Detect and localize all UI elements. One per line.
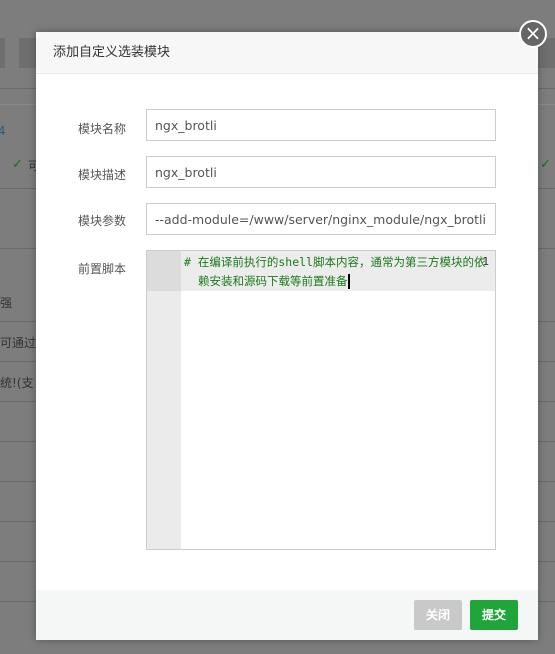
bg-text: 可通过 [0, 336, 37, 350]
bg-text: 统!(支 [0, 376, 34, 390]
editor-gutter [147, 251, 181, 549]
add-custom-module-dialog: 添加自定义选装模块 模块名称 模块描述 模块参数 前置脚本 1 # 在编译前执行… [36, 32, 538, 640]
pre-script-editor[interactable]: 1 # 在编译前执行的shell脚本内容，通常为第三方模块的依赖安装和源码下载等… [146, 250, 496, 550]
module-desc-input[interactable] [146, 156, 496, 188]
bg-text: 4 [0, 124, 6, 138]
check-icon: ✓ [12, 157, 23, 172]
submit-button[interactable]: 提交 [470, 600, 518, 630]
bg-button [0, 38, 5, 68]
bg-text: 强 [0, 296, 13, 310]
module-params-input[interactable] [146, 203, 496, 235]
module-name-label: 模块名称 [78, 122, 127, 136]
text-cursor [347, 274, 350, 289]
dialog-footer: 关闭 提交 [36, 590, 538, 640]
close-button[interactable]: 关闭 [414, 600, 462, 630]
module-desc-label: 模块描述 [78, 168, 127, 182]
pre-script-label: 前置脚本 [78, 262, 127, 276]
close-icon[interactable]: × [519, 20, 547, 48]
code-line: # 在编译前执行的shell脚本内容，通常为第三方模块的依赖安装和源码下载等前置… [184, 255, 486, 289]
module-params-label: 模块参数 [78, 214, 127, 228]
dialog-title: 添加自定义选装模块 [36, 32, 538, 74]
check-icon: ✓ [540, 157, 551, 172]
module-name-input[interactable] [146, 109, 496, 141]
